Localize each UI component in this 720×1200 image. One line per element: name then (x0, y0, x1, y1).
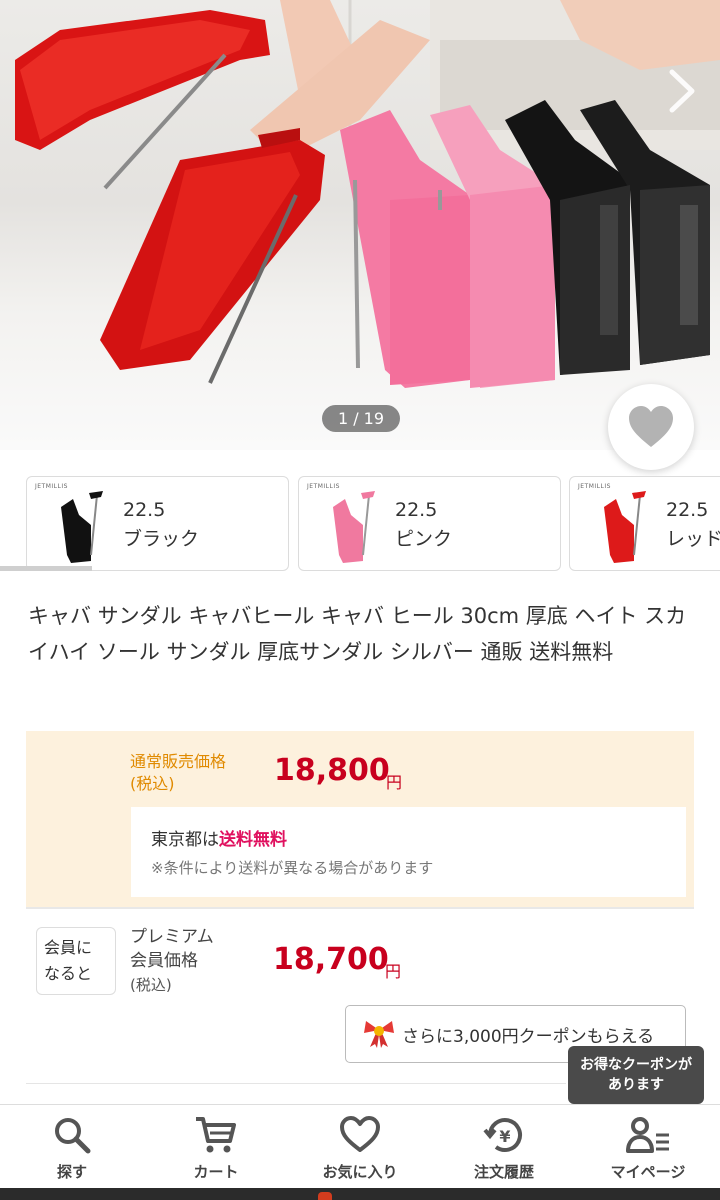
system-bar (0, 1188, 720, 1200)
coupon-tooltip[interactable]: お得なクーポンが あります (568, 1046, 704, 1104)
nav-label: お気に入り (322, 1163, 398, 1181)
order-history-icon: ¥ (483, 1118, 522, 1152)
price-unit: 円 (386, 773, 403, 792)
heart-icon (340, 1116, 380, 1152)
bottom-navigation: 探す カート お気に入り ¥ 注文履歴 マイページ (0, 1104, 720, 1188)
variation-thumbnail (61, 491, 103, 563)
product-title: キャバ サンダル キャバヒール キャバ ヒール 30cm 厚底 ヘイト スカイハ… (28, 604, 687, 664)
member-price-unit: 円 (385, 962, 402, 981)
heart-icon (629, 406, 673, 447)
member-price-label: プレミアム 会員価格 (税込) (130, 927, 214, 994)
cart-icon (196, 1117, 236, 1153)
nav-favorites[interactable]: お気に入り (288, 1105, 432, 1189)
shipping-note: ※条件により送料が異なる場合があります (151, 859, 434, 877)
free-shipping-label: 送料無料 (219, 830, 287, 850)
variation-color: ブラック (123, 528, 200, 550)
next-image-arrow[interactable] (662, 66, 702, 116)
variation-size: 22.5 (395, 499, 438, 521)
regular-price: 18,800 (274, 753, 390, 788)
search-icon (55, 1118, 91, 1154)
product-image-gallery[interactable]: 1 / 19 (0, 0, 720, 450)
nav-search[interactable]: 探す (0, 1105, 144, 1189)
variation-thumbnail (333, 491, 375, 563)
variation-card-black[interactable]: JETMILLIS 22.5 ブラック (26, 476, 289, 571)
nav-label: 注文履歴 (473, 1163, 534, 1181)
member-price: 18,700 (273, 942, 389, 977)
nav-label: 探す (56, 1163, 87, 1181)
system-indicator (318, 1192, 332, 1200)
nav-mypage[interactable]: マイページ (576, 1105, 720, 1189)
member-badge: 会員に なると (36, 927, 116, 995)
shipping-line: 東京都は送料無料 (151, 830, 287, 850)
divider (26, 1083, 566, 1084)
price-section: 通常販売価格 (税込) 18,800 円 東京都は送料無料 ※条件により送料が異… (26, 731, 694, 907)
nav-cart[interactable]: カート (144, 1105, 288, 1189)
nav-label: カート (193, 1163, 239, 1181)
divider (26, 907, 694, 909)
nav-order-history[interactable]: ¥ 注文履歴 (432, 1105, 576, 1189)
variation-color: ピンク (395, 528, 453, 550)
chevron-right-icon (669, 69, 695, 113)
ribbon-icon (364, 1021, 394, 1048)
favorite-button[interactable] (608, 384, 694, 470)
variation-card-red[interactable]: JETMILLIS 22.5 レッド (569, 476, 720, 571)
variation-selector: JETMILLIS 22.5 ブラック JETMILLIS 22.5 ピンク J… (26, 476, 720, 572)
mypage-icon (626, 1117, 669, 1153)
variation-size: 22.5 (123, 499, 166, 521)
regular-price-label: 通常販売価格 (税込) (130, 752, 227, 793)
variation-color: レッド (666, 528, 720, 550)
coupon-button-label: さらに3,000円クーポンもらえる (402, 1026, 655, 1047)
variation-scroll-indicator (0, 566, 92, 571)
svg-text:¥: ¥ (499, 1127, 510, 1146)
shipping-info: 東京都は送料無料 ※条件により送料が異なる場合があります (131, 807, 686, 897)
variation-size: 22.5 (666, 499, 709, 521)
variation-card-pink[interactable]: JETMILLIS 22.5 ピンク (298, 476, 561, 571)
variation-thumbnail (604, 491, 646, 563)
image-counter: 1 / 19 (322, 405, 400, 432)
product-photo (15, 0, 720, 388)
nav-label: マイページ (610, 1163, 686, 1181)
